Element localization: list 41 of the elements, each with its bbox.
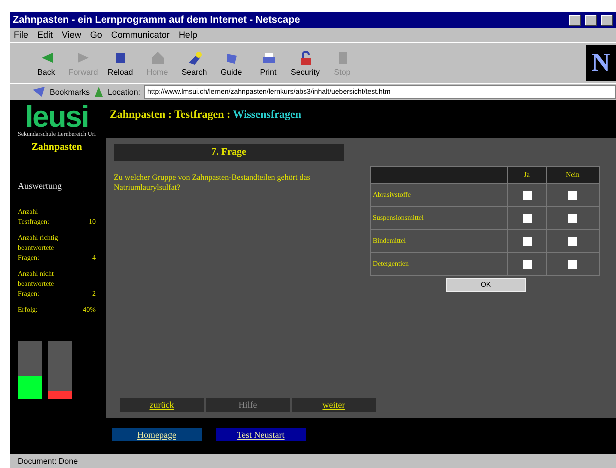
footer-link[interactable]: Homepage [112, 428, 202, 441]
menu-item[interactable]: Communicator [111, 30, 170, 40]
maximize-button[interactable] [585, 14, 597, 26]
checkbox[interactable] [522, 236, 532, 246]
toolbar-button[interactable]: Security [287, 44, 324, 82]
location-icon [94, 86, 104, 98]
toolbar-button[interactable]: Search [176, 44, 213, 82]
toolbar-button[interactable]: Reload [102, 44, 139, 82]
checkbox[interactable] [522, 260, 532, 268]
location-label: Location: [108, 88, 140, 96]
section-title: Auswertung [18, 181, 63, 191]
menu-item[interactable]: Edit [38, 30, 54, 40]
nav-link[interactable]: zurück [120, 398, 204, 412]
close-button[interactable] [601, 14, 613, 26]
checkbox[interactable] [522, 190, 532, 200]
window-title: Zahnpasten - ein Lernprogramm auf dem Internet - Netscape [13, 14, 302, 26]
checkbox[interactable] [568, 260, 578, 268]
toolbar-button[interactable]: Guide [213, 44, 250, 82]
footer-link[interactable]: Test Neustart [216, 428, 306, 441]
breadcrumb: Zahnpasten : Testfragen : Wissensfragen [109, 108, 303, 123]
toolbar-button[interactable]: Print [250, 44, 287, 82]
menu-item[interactable]: Help [178, 30, 198, 40]
topic-title: Zahnpasten [30, 142, 84, 153]
question-text: Zu welcher Gruppe von Zahnpasten-Bestandteilen gehört das Natriumlaurylsulfat? [114, 173, 312, 193]
menu-item[interactable]: File [14, 30, 29, 40]
menu-item[interactable]: View [62, 30, 82, 40]
house-icon [150, 50, 166, 66]
minimize-button[interactable] [569, 14, 581, 26]
site-logo: leusi [25, 104, 89, 132]
checkbox[interactable] [568, 214, 578, 222]
question-title: 7. Frage [114, 144, 344, 161]
checkbox[interactable] [568, 190, 578, 200]
nav-link[interactable]: weiter [292, 398, 376, 412]
bookmark-icon [32, 86, 46, 98]
browser-logo: N [586, 45, 616, 81]
toolbar-button[interactable]: Back [28, 44, 65, 82]
flashlight-icon [186, 50, 202, 66]
checkbox[interactable] [568, 236, 578, 246]
menu-item[interactable]: Go [90, 30, 102, 40]
bookmarks-button[interactable]: Bookmarks [50, 88, 90, 96]
checkbox[interactable] [522, 214, 532, 222]
